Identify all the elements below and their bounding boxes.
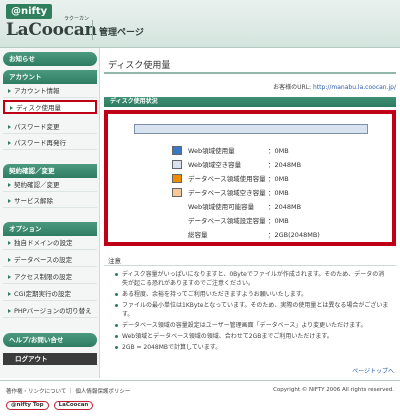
arrow-icon xyxy=(8,241,11,245)
sidebar-item-disk-usage[interactable]: ディスク使用量 xyxy=(3,100,97,114)
sidebar-item-label: アカウント情報 xyxy=(14,87,60,95)
sidebar-item-contract[interactable]: 契約確認／変更 xyxy=(3,178,97,192)
note-item: Web領域とデータベース領域の領域、合わせて2GBまでご利用いただけます。 xyxy=(114,332,390,341)
usage-row: データベース領域使用容量 ：0MB xyxy=(172,172,372,186)
note-divider xyxy=(104,265,396,266)
sidebar-section-option: オプション xyxy=(3,222,97,236)
legend-swatch xyxy=(172,174,182,183)
usage-label: データベース領域使用容量 xyxy=(188,175,266,183)
note-title: 注意 xyxy=(108,257,121,265)
usage-label: Web領域使用可能容量 xyxy=(188,203,255,211)
usage-row: 総容量 ：2GB(2048MB) xyxy=(172,228,372,242)
sidebar-item-label: ディスク使用量 xyxy=(16,104,62,112)
url-suffix[interactable]: .la.coocan.jp/ xyxy=(356,84,396,91)
sidebar-item-label: アクセス制限の設定 xyxy=(14,273,73,281)
arrow-icon xyxy=(10,106,13,110)
header-divider xyxy=(92,20,93,40)
sidebar-item-cgi-cron[interactable]: CGI定期実行の設定 xyxy=(3,287,97,301)
usage-value: ：0MB xyxy=(268,189,289,197)
usage-row: Web領域空き容量 ：2048MB xyxy=(172,158,372,172)
usage-value: ：0MB xyxy=(268,217,289,225)
arrow-icon xyxy=(8,199,11,203)
sidebar: お知らせ アカウント アカウント情報 ディスク使用量 パスワード変更 パスワード… xyxy=(0,48,100,378)
sidebar-item-label: 独自ドメインの設定 xyxy=(14,239,73,247)
arrow-icon xyxy=(8,292,11,296)
nifty-top-link[interactable]: @nifty Top xyxy=(6,401,49,410)
sidebar-item-account-info[interactable]: アカウント情報 xyxy=(3,84,97,98)
legend-swatch xyxy=(172,160,182,169)
sidebar-item-label: データベースの設定 xyxy=(14,256,73,264)
note-item: 2GB = 2048MBで計算しています。 xyxy=(114,343,390,352)
usage-row: Web領域使用可能容量 ：2048MB xyxy=(172,200,372,214)
sidebar-help[interactable]: ヘルプ/お問い合せ xyxy=(3,333,97,347)
usage-row: データベース領域設定容量 ：0MB xyxy=(172,214,372,228)
arrow-icon xyxy=(8,125,11,129)
sidebar-help-label: ヘルプ/お問い合せ xyxy=(9,336,64,344)
usage-value: ：0MB xyxy=(268,175,289,183)
page-top-link[interactable]: ページトップへ xyxy=(352,366,394,375)
note-item: ディスク容量がいっぱいになりますと、0Byteでファイルが作成されます。そのため… xyxy=(114,270,390,288)
url-label: お客様のURL: xyxy=(273,84,312,91)
sidebar-item-label: PHPバージョンの切り替え xyxy=(14,307,92,315)
header: @nifty ラクーカン LaCoocan 管理ページ xyxy=(0,0,400,48)
sidebar-item-label: CGI定期実行の設定 xyxy=(14,290,71,298)
usage-value: ：0MB xyxy=(268,147,289,155)
usage-row: データベース領域空き容量 ：0MB xyxy=(172,186,372,200)
page-title: ディスク使用量 xyxy=(108,61,171,71)
usage-row: Web領域使用量 ：0MB xyxy=(172,144,372,158)
sidebar-item-php-version[interactable]: PHPバージョンの切り替え xyxy=(3,304,97,318)
legend-swatch xyxy=(172,188,182,197)
footer-links[interactable]: 著作権・リンクについて ｜ 個人情報保護ポリシー xyxy=(6,387,130,395)
note-list: ディスク容量がいっぱいになりますと、0Byteでファイルが作成されます。そのため… xyxy=(114,270,390,354)
logout-button[interactable]: ログアウト xyxy=(3,353,97,365)
copyright: Copyright © NIFTY 2006 All rights reserv… xyxy=(273,387,394,393)
sidebar-item-label: サービス解除 xyxy=(14,197,53,205)
note-item: データベース領域の容量設定はユーザー管理画面「データベース」より変更いただけます… xyxy=(114,321,390,330)
sidebar-news[interactable]: お知らせ xyxy=(3,52,97,66)
footer-logos: @nifty Top LaCoocan xyxy=(6,400,96,410)
sidebar-item-database[interactable]: データベースの設定 xyxy=(3,253,97,267)
arrow-icon xyxy=(8,258,11,262)
sidebar-news-label: お知らせ xyxy=(9,55,35,63)
disk-usage-panel: Web領域使用量 ：0MB Web領域空き容量 ：2048MB データベース領域使用容量… xyxy=(104,110,396,246)
main-content: ディスク使用量 お客様のURL: http://manabu.la.coocan… xyxy=(104,48,400,378)
usage-label: データベース領域設定容量 xyxy=(188,217,266,225)
sidebar-item-label: パスワード変更 xyxy=(14,123,60,131)
footer-divider xyxy=(0,380,400,381)
customer-url: お客様のURL: http://manabu.la.coocan.jp/ xyxy=(273,82,396,91)
arrow-icon xyxy=(8,309,11,313)
arrow-icon xyxy=(8,275,11,279)
usage-label: データベース領域空き容量 xyxy=(188,189,266,197)
lacoocan-logo[interactable]: LaCoocan xyxy=(6,20,97,40)
sidebar-item-label: 契約確認／変更 xyxy=(14,181,60,189)
note-item: ファイルの最小単位は1KByteとなっています。そのため、実際の使用量とは異なる… xyxy=(114,301,390,319)
legend-swatch xyxy=(172,146,182,155)
usage-label: Web領域空き容量 xyxy=(188,161,242,169)
usage-value: ：2GB(2048MB) xyxy=(268,231,320,239)
header-title: 管理ページ xyxy=(99,28,144,38)
title-divider xyxy=(104,72,396,74)
sidebar-item-password-reissue[interactable]: パスワード再発行 xyxy=(3,136,97,150)
url-user[interactable]: manabu xyxy=(331,84,356,91)
sidebar-item-cancel-service[interactable]: サービス解除 xyxy=(3,194,97,208)
disk-usage-bar xyxy=(134,124,368,134)
sidebar-item-label: パスワード再発行 xyxy=(14,139,66,147)
arrow-icon xyxy=(8,89,11,93)
lacoocan-link[interactable]: LaCoocan xyxy=(53,401,94,410)
arrow-icon xyxy=(8,183,11,187)
usage-value: ：2048MB xyxy=(268,203,302,211)
note-item: ある程度、余裕を持ってご利用いただきますようお願いいたします。 xyxy=(114,290,390,299)
usage-value: ：2048MB xyxy=(268,161,302,169)
sidebar-item-access-limit[interactable]: アクセス制限の設定 xyxy=(3,270,97,284)
url-prefix[interactable]: http:// xyxy=(313,84,331,91)
sidebar-item-password-change[interactable]: パスワード変更 xyxy=(3,120,97,134)
sidebar-section-account: アカウント xyxy=(3,70,97,84)
sidebar-section-contract: 契約確認／変更 xyxy=(3,164,97,178)
sidebar-item-domain[interactable]: 独自ドメインの設定 xyxy=(3,236,97,250)
usage-label: 総容量 xyxy=(188,231,208,239)
usage-label: Web領域使用量 xyxy=(188,147,235,155)
arrow-icon xyxy=(8,141,11,145)
status-heading: ディスク使用状況 xyxy=(104,97,396,107)
nifty-logo[interactable]: @nifty xyxy=(6,4,53,19)
